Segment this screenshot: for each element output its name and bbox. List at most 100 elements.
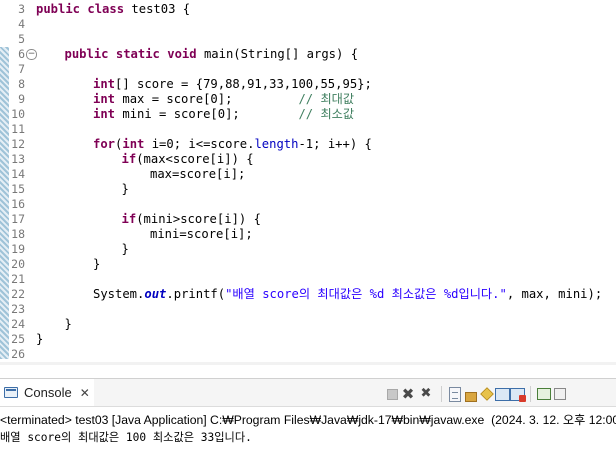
line-number: 21: [11, 272, 25, 286]
code-text: int[] score = {79,88,91,33,100,55,95};: [36, 77, 372, 92]
code-line[interactable]: 16: [9, 197, 616, 212]
code-line[interactable]: 17 if(mini>score[i]) {: [9, 212, 616, 227]
code-line[interactable]: 3 public class test03 {: [9, 2, 616, 17]
line-number: 8: [18, 77, 25, 91]
code-keyword: int: [93, 92, 116, 106]
code-text: }: [36, 257, 100, 272]
tab-console[interactable]: Console ✕: [0, 379, 94, 406]
line-number: 12: [11, 137, 25, 151]
code-line[interactable]: 21: [9, 272, 616, 287]
code-keyword: if: [121, 152, 137, 166]
console-tabbar: Console ✕ ✖ ✖: [0, 379, 616, 407]
code-text: int mini = score[0]; // 최소값: [36, 107, 354, 122]
code-line[interactable]: 20}: [9, 257, 616, 272]
line-number: 6: [18, 47, 25, 61]
line-number: 16: [11, 197, 25, 211]
code-token: }: [93, 257, 101, 271]
code-keyword: int: [122, 137, 145, 151]
code-comment: // 최대값: [298, 92, 355, 106]
code-text: public class test03 {: [36, 2, 190, 17]
console-output[interactable]: 배열 score의 최대값은 100 최소값은 33입니다.: [0, 429, 252, 445]
code-string: "배열 score의 최대값은 %d 최소값은 %d입니다.": [225, 287, 507, 301]
code-line[interactable]: 13 if(max<score[i]) {: [9, 152, 616, 167]
line-number: 20: [11, 257, 25, 271]
code-token: test03 {: [124, 2, 191, 16]
code-token: mini = score[0];: [115, 107, 299, 121]
code-text: max=score[i];: [36, 167, 245, 182]
code-line[interactable]: 12 for(int i=0; i<=score.length-1; i++) {: [9, 137, 616, 152]
show-console-on-error-icon[interactable]: [510, 387, 526, 402]
code-lines[interactable]: 3 public class test03 {4 5 6− public static …: [9, 2, 616, 362]
code-keyword: for: [93, 137, 116, 151]
code-token: .printf(: [166, 287, 226, 301]
code-line[interactable]: 14 max=score[i];: [9, 167, 616, 182]
scroll-left-arrow-icon[interactable]: <: [34, 362, 46, 365]
code-line[interactable]: 26: [9, 347, 616, 362]
code-line[interactable]: 25}: [9, 332, 616, 347]
code-token: }: [36, 332, 44, 346]
close-icon[interactable]: ✕: [80, 386, 90, 400]
code-line[interactable]: 23: [9, 302, 616, 317]
code-text: for(int i=0; i<=score.length-1; i++) {: [36, 137, 372, 152]
code-line[interactable]: 8 int[] score = {79,88,91,33,100,55,95};: [9, 77, 616, 92]
view-menu-icon[interactable]: [554, 388, 566, 400]
line-number: 15: [11, 182, 25, 196]
remove-all-terminated-icon[interactable]: ✖: [418, 386, 434, 402]
open-console-icon[interactable]: [537, 388, 551, 400]
line-number: 23: [11, 302, 25, 316]
code-keyword: class: [87, 2, 125, 16]
code-token: length: [254, 137, 299, 151]
pin-console-icon[interactable]: [480, 387, 494, 401]
code-keyword: int: [93, 77, 116, 91]
code-line[interactable]: 22 System.out.printf("배열 score의 최대값은 %d 최…: [9, 287, 616, 302]
code-text: }: [36, 317, 72, 332]
code-text: mini=score[i];: [36, 227, 253, 242]
code-keyword: void: [167, 47, 197, 61]
line-number: 19: [11, 242, 25, 256]
code-line[interactable]: 18 mini=score[i];: [9, 227, 616, 242]
line-number: 13: [11, 152, 25, 166]
scroll-lock-icon[interactable]: [465, 391, 477, 402]
line-number: 5: [18, 32, 25, 46]
code-text: public static void main(String[] args) {: [36, 47, 359, 62]
line-number: 10: [11, 107, 25, 121]
remove-launch-icon[interactable]: ✖: [400, 386, 416, 402]
console-icon: [4, 387, 18, 398]
code-text: }: [36, 332, 43, 347]
show-console-on-output-icon[interactable]: [495, 387, 510, 401]
code-token: [] score = {79,88,91,33,100,55,95};: [115, 77, 372, 91]
code-line[interactable]: 15}: [9, 182, 616, 197]
code-token: mini=score[i];: [150, 227, 253, 241]
word-wrap-icon[interactable]: [449, 386, 461, 402]
line-number: 9: [18, 92, 25, 106]
code-text: }: [36, 242, 129, 257]
console-status-line: <terminated> test03 [Java Application] C…: [0, 413, 616, 427]
code-line[interactable]: 24}: [9, 317, 616, 332]
code-line[interactable]: 7: [9, 62, 616, 77]
code-token: }: [121, 242, 129, 256]
line-number: 22: [11, 287, 25, 301]
code-text: if(mini>score[i]) {: [36, 212, 261, 227]
code-line[interactable]: 10 int mini = score[0]; // 최소값: [9, 107, 616, 122]
code-keyword: public: [64, 47, 109, 61]
code-line[interactable]: 4: [9, 17, 616, 32]
code-line[interactable]: 11: [9, 122, 616, 137]
code-text: int max = score[0]; // 최대값: [36, 92, 354, 107]
line-number: 24: [11, 317, 25, 331]
code-line[interactable]: 9 int max = score[0]; // 최대값: [9, 92, 616, 107]
horizontal-scrollbar[interactable]: <: [0, 362, 616, 365]
terminate-icon[interactable]: [387, 388, 398, 400]
code-token: System.: [93, 287, 145, 301]
java-editor[interactable]: 3 public class test03 {4 5 6− public static …: [0, 0, 616, 365]
code-keyword: if: [121, 212, 137, 226]
code-text: if(max<score[i]) {: [36, 152, 254, 167]
line-number: 3: [18, 2, 25, 16]
code-line[interactable]: 6− public static void main(String[] args)…: [9, 47, 616, 62]
toolbar-separator: [441, 386, 442, 402]
line-number: 11: [11, 122, 25, 136]
code-token: out: [144, 287, 167, 301]
code-token: -1; i++) {: [298, 137, 372, 151]
code-line[interactable]: 19}: [9, 242, 616, 257]
code-line[interactable]: 5: [9, 32, 616, 47]
